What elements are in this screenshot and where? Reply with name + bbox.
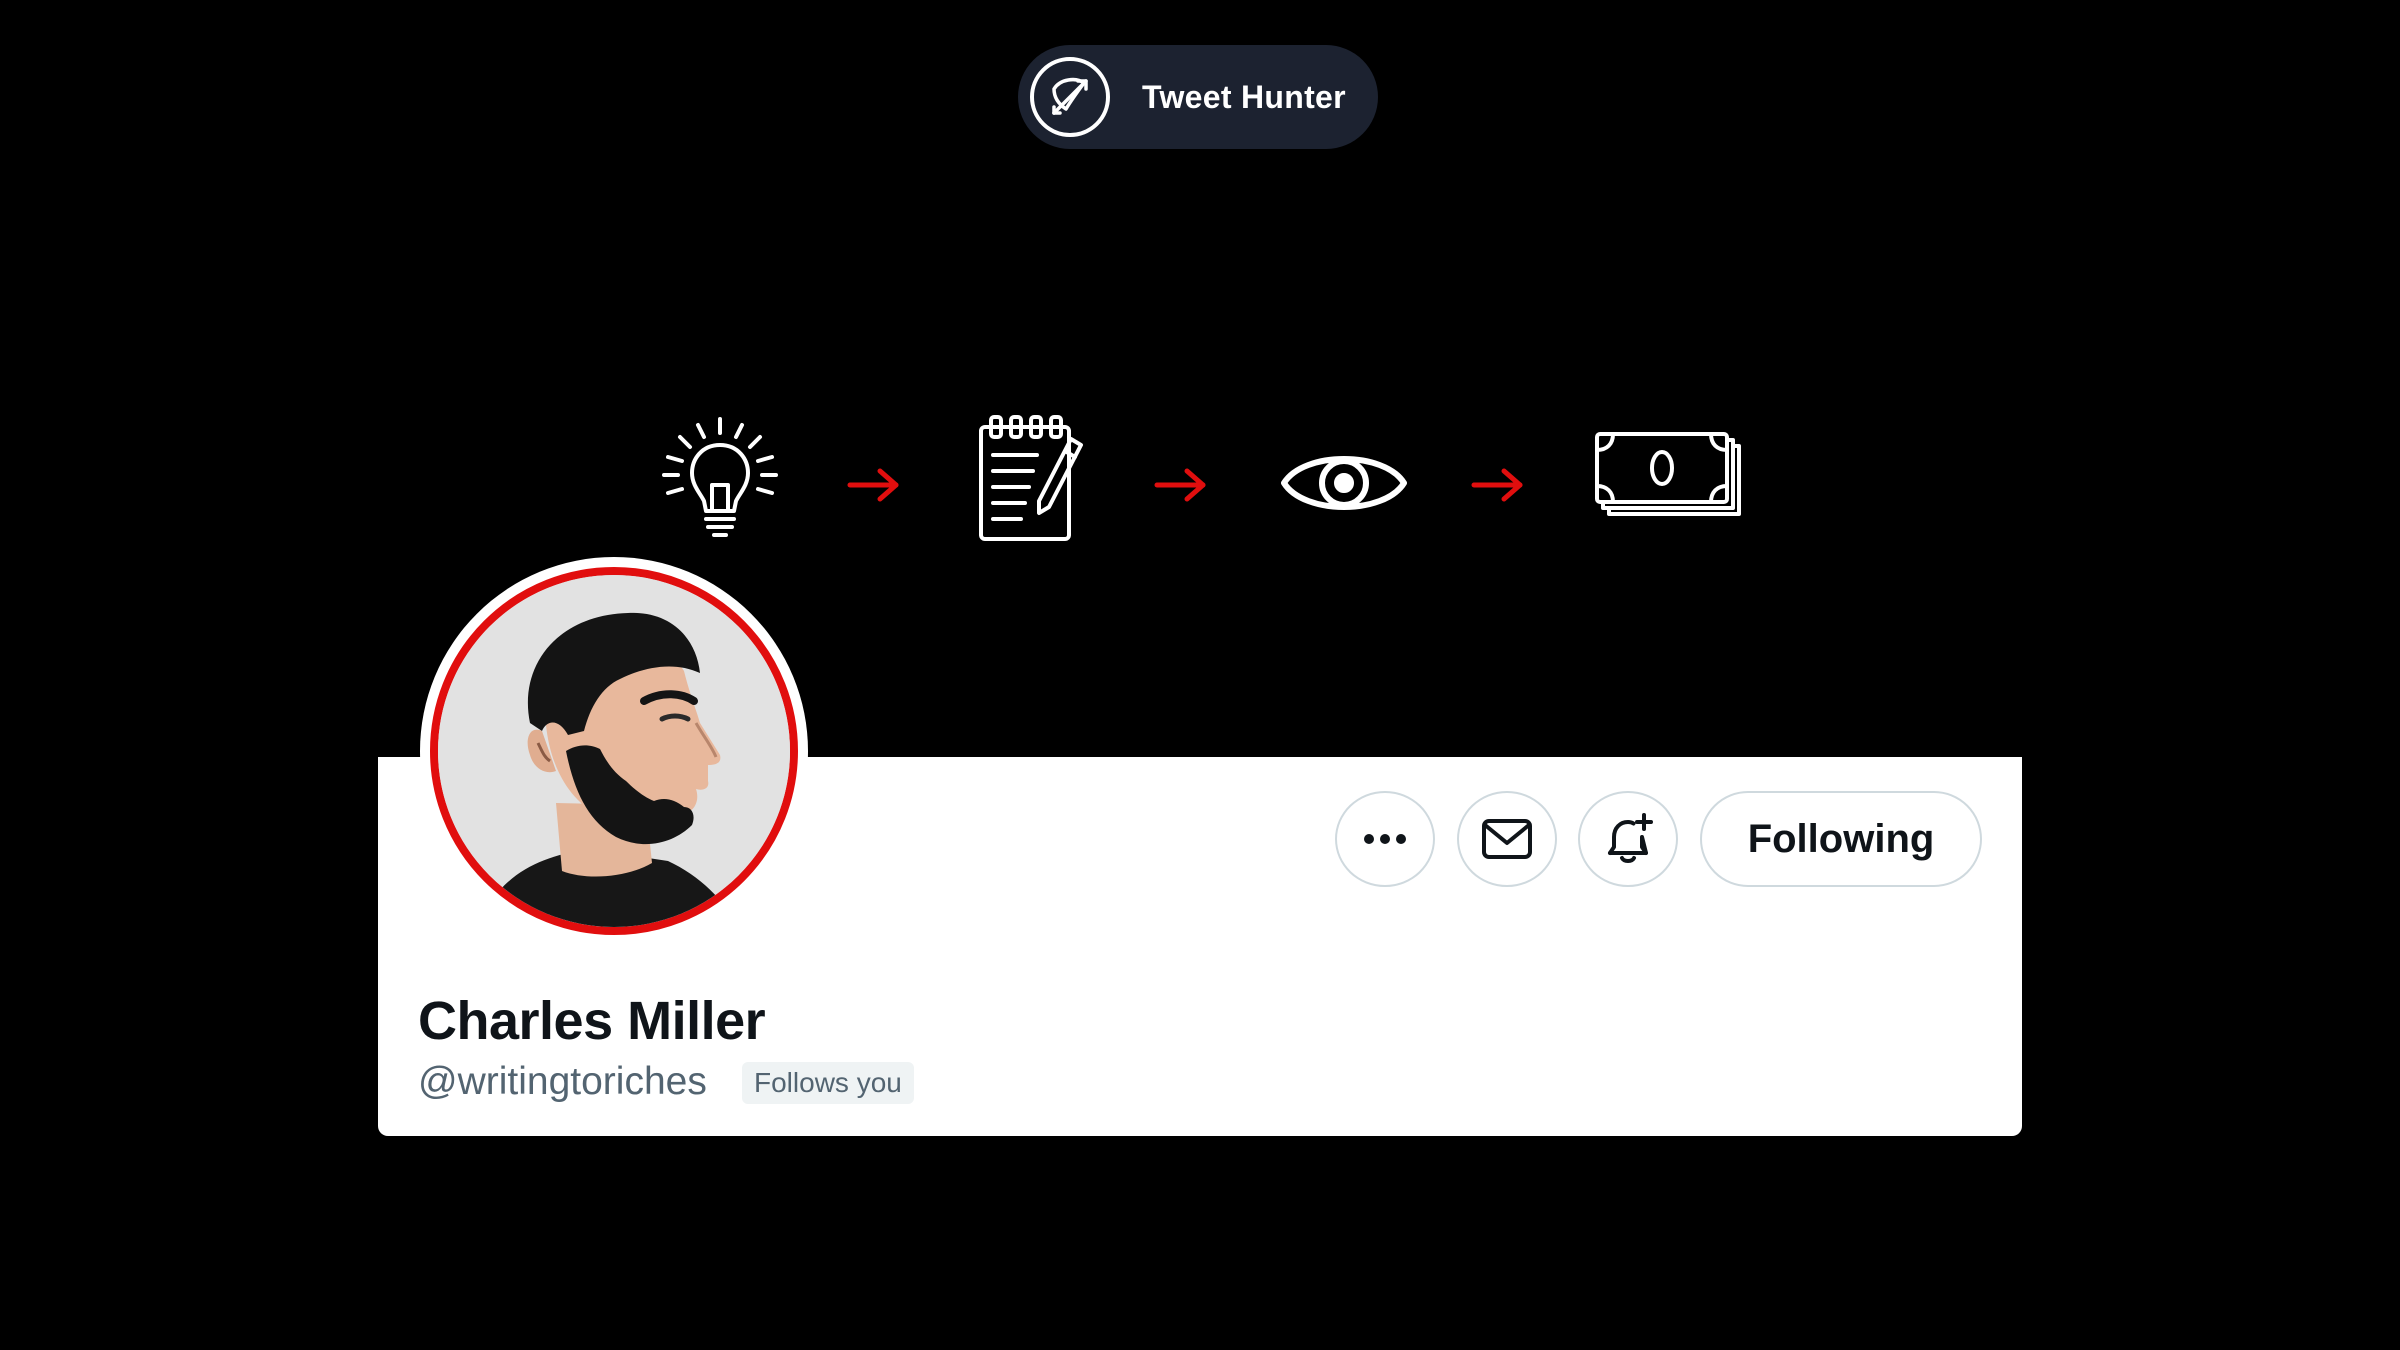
follows-you-badge: Follows you [742, 1062, 914, 1104]
brand-name: Tweet Hunter [1142, 78, 1346, 115]
arrow-right-icon [1154, 468, 1206, 502]
notify-button[interactable] [1578, 791, 1678, 887]
notepad-icon [979, 415, 1083, 541]
message-button[interactable] [1457, 791, 1557, 887]
money-stack-icon [1595, 432, 1741, 516]
arrow-right-icon [1471, 468, 1523, 502]
following-button[interactable]: Following [1700, 791, 1982, 887]
mail-icon [1482, 819, 1532, 859]
more-button[interactable] [1335, 791, 1435, 887]
bell-plus-icon [1608, 813, 1653, 863]
display-name: Charles Miller [418, 991, 766, 1051]
avatar-frame [420, 557, 808, 945]
brand-pill: Tweet Hunter [1018, 45, 1378, 149]
eye-icon [1281, 456, 1407, 510]
lightbulb-icon [662, 417, 778, 537]
arrow-right-icon [847, 468, 899, 502]
more-icon [1364, 834, 1406, 844]
user-handle[interactable]: @writingtoriches [418, 1060, 707, 1104]
bow-and-arrow-icon [1030, 57, 1110, 137]
avatar[interactable] [430, 567, 798, 935]
